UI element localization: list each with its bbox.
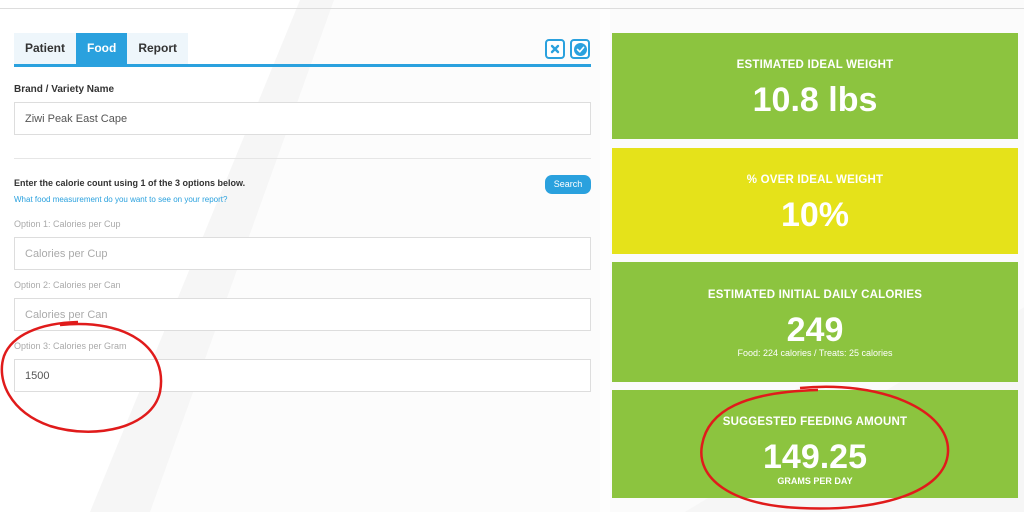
option1-label: Option 1: Calories per Cup <box>14 219 121 229</box>
feeding-amount-value: 149.25 <box>763 438 867 476</box>
ideal-weight-title: ESTIMATED IDEAL WEIGHT <box>736 59 894 71</box>
option3-label: Option 3: Calories per Gram <box>14 341 127 351</box>
tab-patient[interactable]: Patient <box>14 33 77 64</box>
feeding-amount-title: SUGGESTED FEEDING AMOUNT <box>722 416 908 428</box>
over-ideal-title: % OVER IDEAL WEIGHT <box>746 174 884 186</box>
calorie-instructions: Enter the calorie count using 1 of the 3… <box>14 178 246 188</box>
close-icon <box>550 44 560 54</box>
calories-per-can-input[interactable] <box>14 298 591 331</box>
tab-bar: Patient Food Report <box>14 33 189 64</box>
over-ideal-value: 10% <box>780 196 850 234</box>
tab-underline <box>14 64 591 67</box>
search-button[interactable]: Search <box>545 175 591 194</box>
top-divider <box>0 8 1024 9</box>
close-button[interactable] <box>545 39 565 59</box>
daily-calories-value: 249 <box>786 311 844 349</box>
tab-report[interactable]: Report <box>127 33 189 64</box>
ideal-weight-value: 10.8 lbs <box>752 81 878 119</box>
ideal-weight-card: ESTIMATED IDEAL WEIGHT 10.8 lbs <box>612 33 1018 139</box>
brand-input[interactable] <box>14 102 591 135</box>
measurement-help-link[interactable]: What food measurement do you want to see… <box>14 195 227 204</box>
feeding-amount-card: SUGGESTED FEEDING AMOUNT 149.25 GRAMS PE… <box>612 390 1018 498</box>
over-ideal-card: % OVER IDEAL WEIGHT 10% <box>612 148 1018 254</box>
confirm-button[interactable] <box>570 39 590 59</box>
daily-calories-card: ESTIMATED INITIAL DAILY CALORIES 249 Foo… <box>612 262 1018 382</box>
brand-label: Brand / Variety Name <box>14 84 115 95</box>
calories-per-cup-input[interactable] <box>14 237 591 270</box>
daily-calories-title: ESTIMATED INITIAL DAILY CALORIES <box>707 289 923 301</box>
feeding-amount-unit: GRAMS PER DAY <box>777 476 853 486</box>
check-circle-icon <box>573 42 587 56</box>
calorie-breakdown: Food: 224 calories / Treats: 25 calories <box>737 348 893 358</box>
calories-per-gram-input[interactable] <box>14 359 591 392</box>
tab-food[interactable]: Food <box>76 33 128 64</box>
section-divider <box>14 158 591 159</box>
option2-label: Option 2: Calories per Can <box>14 280 121 290</box>
